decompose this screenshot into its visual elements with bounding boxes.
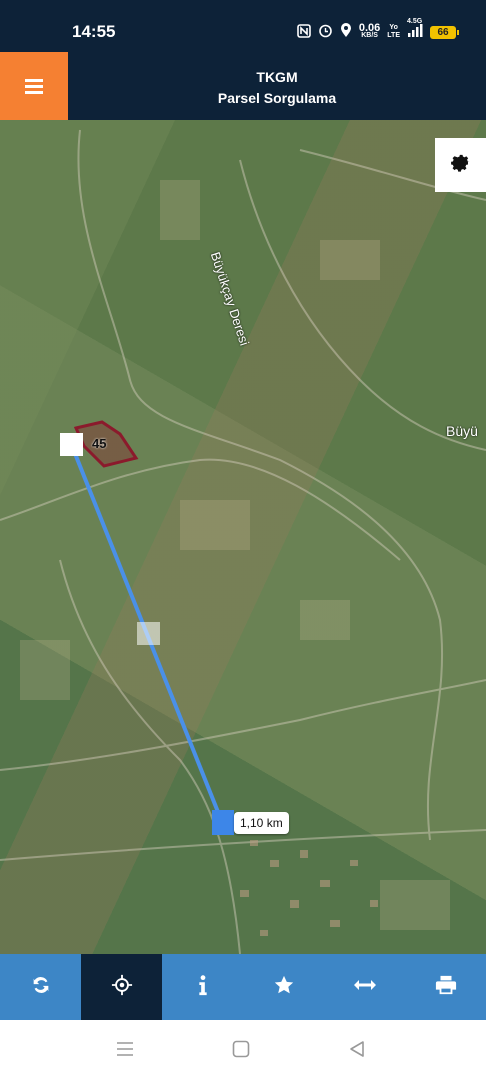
header-titles: TKGM Parsel Sorgulama bbox=[68, 67, 486, 109]
gear-icon bbox=[450, 152, 472, 179]
status-bar: 14:55 0.06 KB/S Yo LTE 4.5G 66 bbox=[0, 0, 486, 52]
measure-icon bbox=[353, 977, 377, 998]
status-icons: 0.06 KB/S Yo LTE 4.5G 66 bbox=[297, 18, 459, 44]
alarm-icon bbox=[318, 23, 333, 41]
system-nav-bar bbox=[0, 1020, 486, 1080]
info-button[interactable] bbox=[162, 954, 243, 1020]
nfc-icon bbox=[297, 23, 311, 41]
menu-button[interactable] bbox=[0, 52, 68, 120]
bottom-toolbar bbox=[0, 954, 486, 1020]
recent-apps-button[interactable] bbox=[116, 1040, 134, 1063]
network-speed: 0.06 KB/S bbox=[358, 22, 381, 40]
refresh-icon bbox=[30, 974, 52, 1001]
place-label: Büyü bbox=[446, 423, 478, 439]
volte-indicator: Yo LTE bbox=[387, 24, 400, 39]
info-icon bbox=[197, 974, 209, 1001]
locate-icon bbox=[111, 974, 133, 1001]
back-triangle-icon bbox=[350, 1041, 364, 1057]
hamburger-icon bbox=[25, 76, 43, 97]
app-subtitle: Parsel Sorgulama bbox=[217, 90, 337, 106]
measure-end-handle[interactable] bbox=[212, 810, 234, 835]
location-icon bbox=[340, 23, 352, 41]
battery-icon: 66 bbox=[430, 25, 459, 39]
settings-button[interactable] bbox=[435, 138, 486, 192]
square-icon bbox=[232, 1040, 250, 1058]
print-button[interactable] bbox=[405, 954, 486, 1020]
signal-icon: 4.5G bbox=[407, 18, 423, 41]
refresh-button[interactable] bbox=[0, 954, 81, 1020]
star-icon bbox=[273, 974, 295, 1001]
back-button[interactable] bbox=[348, 1040, 366, 1063]
measure-button[interactable] bbox=[324, 954, 405, 1020]
home-button[interactable] bbox=[232, 1040, 250, 1063]
menu-lines-icon bbox=[117, 1042, 133, 1056]
app-header: TKGM Parsel Sorgulama bbox=[0, 52, 486, 120]
parcel-number-label: 45 bbox=[92, 436, 107, 451]
app-title: TKGM bbox=[256, 69, 298, 85]
favorite-button[interactable] bbox=[243, 954, 324, 1020]
locate-button[interactable] bbox=[81, 954, 162, 1020]
measure-start-handle[interactable] bbox=[60, 433, 83, 456]
status-time: 14:55 bbox=[72, 22, 116, 41]
distance-label: 1,10 km bbox=[234, 812, 289, 834]
map-view[interactable]: 45 Büyükçay Deresi Büyü 1,10 km bbox=[0, 120, 486, 954]
measure-mid-handle[interactable] bbox=[137, 622, 160, 645]
print-icon bbox=[435, 974, 457, 1001]
